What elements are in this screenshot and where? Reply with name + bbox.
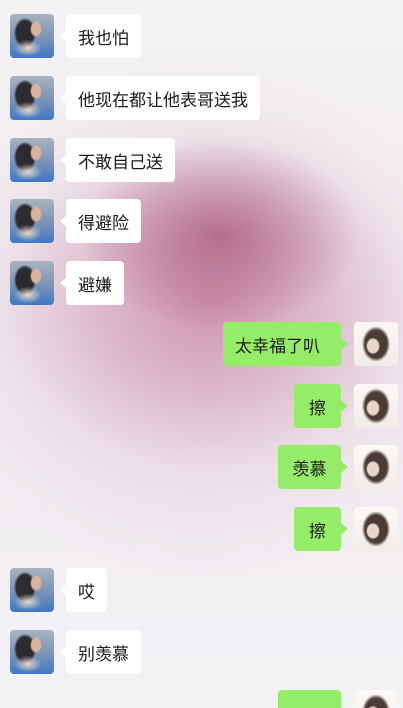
- message-incoming: 哎: [0, 568, 403, 612]
- message-outgoing: 羡慕: [0, 445, 403, 489]
- message-bubble[interactable]: 哎: [66, 568, 107, 612]
- message-bubble[interactable]: 擦: [294, 507, 341, 551]
- message-bubble[interactable]: 别羡慕: [66, 630, 141, 674]
- contact-avatar[interactable]: [10, 76, 54, 120]
- user-avatar[interactable]: [354, 384, 398, 428]
- message-incoming: 不敢自己送: [0, 138, 403, 182]
- message-bubble-partial[interactable]: [278, 690, 341, 708]
- contact-avatar[interactable]: [10, 630, 54, 674]
- contact-avatar[interactable]: [10, 14, 54, 58]
- message-outgoing: 擦: [0, 384, 403, 428]
- message-bubble[interactable]: 他现在都让他表哥送我: [66, 76, 260, 120]
- chat-thread: 我也怕 他现在都让他表哥送我 不敢自己送 得避险 避嫌 太幸福了叭 擦 羡慕 擦: [0, 0, 403, 708]
- message-outgoing-partial: [0, 690, 403, 708]
- contact-avatar[interactable]: [10, 199, 54, 243]
- contact-avatar[interactable]: [10, 138, 54, 182]
- bubble-tail: [341, 338, 348, 350]
- bubble-tail: [341, 523, 348, 535]
- message-incoming: 他现在都让他表哥送我: [0, 76, 403, 120]
- message-bubble[interactable]: 擦: [294, 384, 341, 428]
- message-bubble[interactable]: 太幸福了叭: [223, 322, 341, 366]
- message-bubble[interactable]: 避嫌: [66, 261, 124, 305]
- message-incoming: 别羡慕: [0, 630, 403, 674]
- contact-avatar[interactable]: [10, 261, 54, 305]
- bubble-tail: [341, 400, 348, 412]
- user-avatar[interactable]: [354, 445, 398, 489]
- user-avatar[interactable]: [354, 507, 398, 551]
- message-outgoing: 太幸福了叭: [0, 322, 403, 366]
- message-incoming: 我也怕: [0, 14, 403, 58]
- message-bubble[interactable]: 得避险: [66, 199, 141, 243]
- message-bubble[interactable]: 我也怕: [66, 14, 141, 58]
- user-avatar[interactable]: [354, 322, 398, 366]
- message-incoming: 避嫌: [0, 261, 403, 305]
- bubble-tail: [341, 461, 348, 473]
- message-incoming: 得避险: [0, 199, 403, 243]
- message-bubble[interactable]: 羡慕: [278, 445, 341, 489]
- message-outgoing: 擦: [0, 507, 403, 551]
- user-avatar[interactable]: [354, 690, 398, 708]
- contact-avatar[interactable]: [10, 568, 54, 612]
- message-bubble[interactable]: 不敢自己送: [66, 138, 175, 182]
